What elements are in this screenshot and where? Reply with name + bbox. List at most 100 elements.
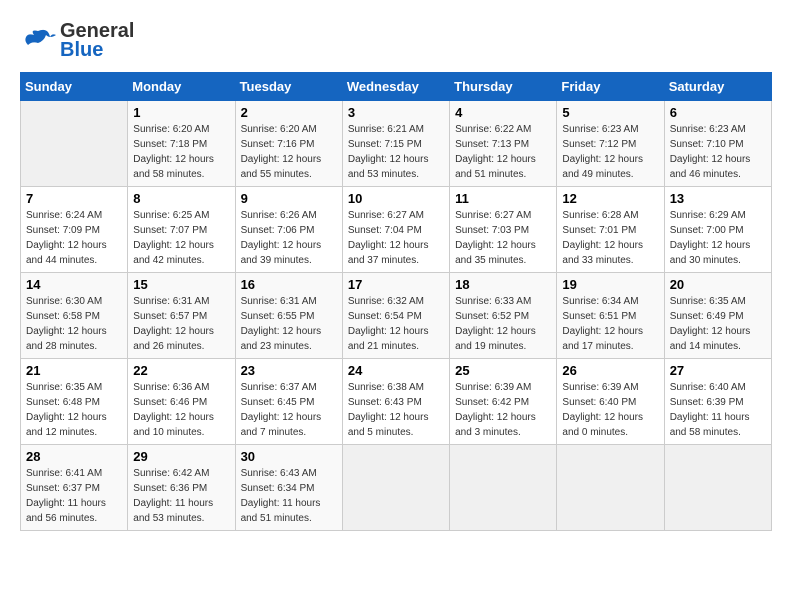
calendar-cell: 25 Sunrise: 6:39 AMSunset: 6:42 PMDayligh… [450,359,557,445]
day-info: Sunrise: 6:31 AMSunset: 6:55 PMDaylight:… [241,294,337,354]
day-number: 18 [455,277,551,292]
week-row-0: 1 Sunrise: 6:20 AMSunset: 7:18 PMDaylight… [21,101,772,187]
calendar-header: SundayMondayTuesdayWednesdayThursdayFrid… [21,73,772,101]
day-info: Sunrise: 6:27 AMSunset: 7:03 PMDaylight:… [455,208,551,268]
week-row-1: 7 Sunrise: 6:24 AMSunset: 7:09 PMDaylight… [21,187,772,273]
day-number: 30 [241,449,337,464]
day-info: Sunrise: 6:32 AMSunset: 6:54 PMDaylight:… [348,294,444,354]
day-number: 27 [670,363,766,378]
calendar-cell: 16Sunrise: 6:31 AMSunset: 6:55 PMDayligh… [235,273,342,359]
day-number: 10 [348,191,444,206]
day-number: 26 [562,363,658,378]
calendar-cell: 27 Sunrise: 6:40 AMSunset: 6:39 PMDayligh… [664,359,771,445]
day-info: Sunrise: 6:35 AMSunset: 6:49 PMDaylight:… [670,294,766,354]
calendar-cell: 19 Sunrise: 6:34 AMSunset: 6:51 PMDayligh… [557,273,664,359]
day-number: 21 [26,363,122,378]
day-number: 29 [133,449,229,464]
header: General Blue [20,20,772,62]
calendar-cell: 15 Sunrise: 6:31 AMSunset: 6:57 PMDayligh… [128,273,235,359]
calendar-body: 1 Sunrise: 6:20 AMSunset: 7:18 PMDaylight… [21,101,772,531]
day-info: Sunrise: 6:39 AMSunset: 6:42 PMDaylight:… [455,380,551,440]
calendar-cell: 24 Sunrise: 6:38 AMSunset: 6:43 PMDayligh… [342,359,449,445]
day-info: Sunrise: 6:43 AMSunset: 6:34 PMDaylight:… [241,466,337,526]
calendar-cell: 6 Sunrise: 6:23 AMSunset: 7:10 PMDaylight… [664,101,771,187]
calendar-cell: 9 Sunrise: 6:26 AMSunset: 7:06 PMDaylight… [235,187,342,273]
logo-blue: Blue [60,39,103,62]
day-number: 24 [348,363,444,378]
calendar-cell: 11 Sunrise: 6:27 AMSunset: 7:03 PMDayligh… [450,187,557,273]
calendar-cell: 18Sunrise: 6:33 AMSunset: 6:52 PMDayligh… [450,273,557,359]
calendar-cell: 13 Sunrise: 6:29 AMSunset: 7:00 PMDayligh… [664,187,771,273]
calendar-cell [557,445,664,531]
day-info: Sunrise: 6:38 AMSunset: 6:43 PMDaylight:… [348,380,444,440]
day-info: Sunrise: 6:40 AMSunset: 6:39 PMDaylight:… [670,380,766,440]
day-info: Sunrise: 6:23 AMSunset: 7:10 PMDaylight:… [670,122,766,182]
day-info: Sunrise: 6:37 AMSunset: 6:45 PMDaylight:… [241,380,337,440]
day-info: Sunrise: 6:39 AMSunset: 6:40 PMDaylight:… [562,380,658,440]
header-day-friday: Friday [557,73,664,101]
calendar-cell: 26 Sunrise: 6:39 AMSunset: 6:40 PMDayligh… [557,359,664,445]
day-number: 19 [562,277,658,292]
calendar-cell: 8 Sunrise: 6:25 AMSunset: 7:07 PMDaylight… [128,187,235,273]
calendar-cell [450,445,557,531]
day-info: Sunrise: 6:20 AMSunset: 7:18 PMDaylight:… [133,122,229,182]
calendar-cell: 29Sunrise: 6:42 AMSunset: 6:36 PMDayligh… [128,445,235,531]
day-number: 28 [26,449,122,464]
day-number: 8 [133,191,229,206]
logo-icon [20,23,56,59]
day-info: Sunrise: 6:26 AMSunset: 7:06 PMDaylight:… [241,208,337,268]
day-number: 7 [26,191,122,206]
day-number: 17 [348,277,444,292]
day-number: 4 [455,105,551,120]
day-number: 3 [348,105,444,120]
calendar-cell: 10 Sunrise: 6:27 AMSunset: 7:04 PMDayligh… [342,187,449,273]
header-day-monday: Monday [128,73,235,101]
day-number: 15 [133,277,229,292]
calendar-cell: 1 Sunrise: 6:20 AMSunset: 7:18 PMDaylight… [128,101,235,187]
header-row: SundayMondayTuesdayWednesdayThursdayFrid… [21,73,772,101]
day-info: Sunrise: 6:25 AMSunset: 7:07 PMDaylight:… [133,208,229,268]
calendar-cell: 30 Sunrise: 6:43 AMSunset: 6:34 PMDayligh… [235,445,342,531]
logo: General Blue [20,20,134,62]
day-info: Sunrise: 6:28 AMSunset: 7:01 PMDaylight:… [562,208,658,268]
calendar-cell: 4 Sunrise: 6:22 AMSunset: 7:13 PMDaylight… [450,101,557,187]
day-number: 9 [241,191,337,206]
day-number: 6 [670,105,766,120]
day-info: Sunrise: 6:22 AMSunset: 7:13 PMDaylight:… [455,122,551,182]
calendar-cell: 28Sunrise: 6:41 AMSunset: 6:37 PMDayligh… [21,445,128,531]
day-number: 12 [562,191,658,206]
calendar-cell: 7 Sunrise: 6:24 AMSunset: 7:09 PMDaylight… [21,187,128,273]
day-number: 1 [133,105,229,120]
day-info: Sunrise: 6:31 AMSunset: 6:57 PMDaylight:… [133,294,229,354]
calendar-cell: 20Sunrise: 6:35 AMSunset: 6:49 PMDayligh… [664,273,771,359]
day-number: 23 [241,363,337,378]
day-info: Sunrise: 6:34 AMSunset: 6:51 PMDaylight:… [562,294,658,354]
day-info: Sunrise: 6:23 AMSunset: 7:12 PMDaylight:… [562,122,658,182]
header-day-saturday: Saturday [664,73,771,101]
calendar-cell [342,445,449,531]
day-number: 11 [455,191,551,206]
week-row-3: 21 Sunrise: 6:35 AMSunset: 6:48 PMDayligh… [21,359,772,445]
calendar-cell: 2 Sunrise: 6:20 AMSunset: 7:16 PMDaylight… [235,101,342,187]
header-day-sunday: Sunday [21,73,128,101]
week-row-4: 28Sunrise: 6:41 AMSunset: 6:37 PMDayligh… [21,445,772,531]
day-info: Sunrise: 6:24 AMSunset: 7:09 PMDaylight:… [26,208,122,268]
header-day-tuesday: Tuesday [235,73,342,101]
day-info: Sunrise: 6:35 AMSunset: 6:48 PMDaylight:… [26,380,122,440]
day-number: 13 [670,191,766,206]
day-info: Sunrise: 6:21 AMSunset: 7:15 PMDaylight:… [348,122,444,182]
day-number: 14 [26,277,122,292]
calendar-cell: 14Sunrise: 6:30 AMSunset: 6:58 PMDayligh… [21,273,128,359]
day-info: Sunrise: 6:27 AMSunset: 7:04 PMDaylight:… [348,208,444,268]
day-info: Sunrise: 6:20 AMSunset: 7:16 PMDaylight:… [241,122,337,182]
header-day-thursday: Thursday [450,73,557,101]
day-number: 22 [133,363,229,378]
day-number: 2 [241,105,337,120]
calendar-cell: 12 Sunrise: 6:28 AMSunset: 7:01 PMDayligh… [557,187,664,273]
logo-text-block: General Blue [60,20,134,62]
day-info: Sunrise: 6:29 AMSunset: 7:00 PMDaylight:… [670,208,766,268]
calendar-table: SundayMondayTuesdayWednesdayThursdayFrid… [20,72,772,531]
day-info: Sunrise: 6:36 AMSunset: 6:46 PMDaylight:… [133,380,229,440]
day-number: 25 [455,363,551,378]
calendar-cell: 22 Sunrise: 6:36 AMSunset: 6:46 PMDayligh… [128,359,235,445]
